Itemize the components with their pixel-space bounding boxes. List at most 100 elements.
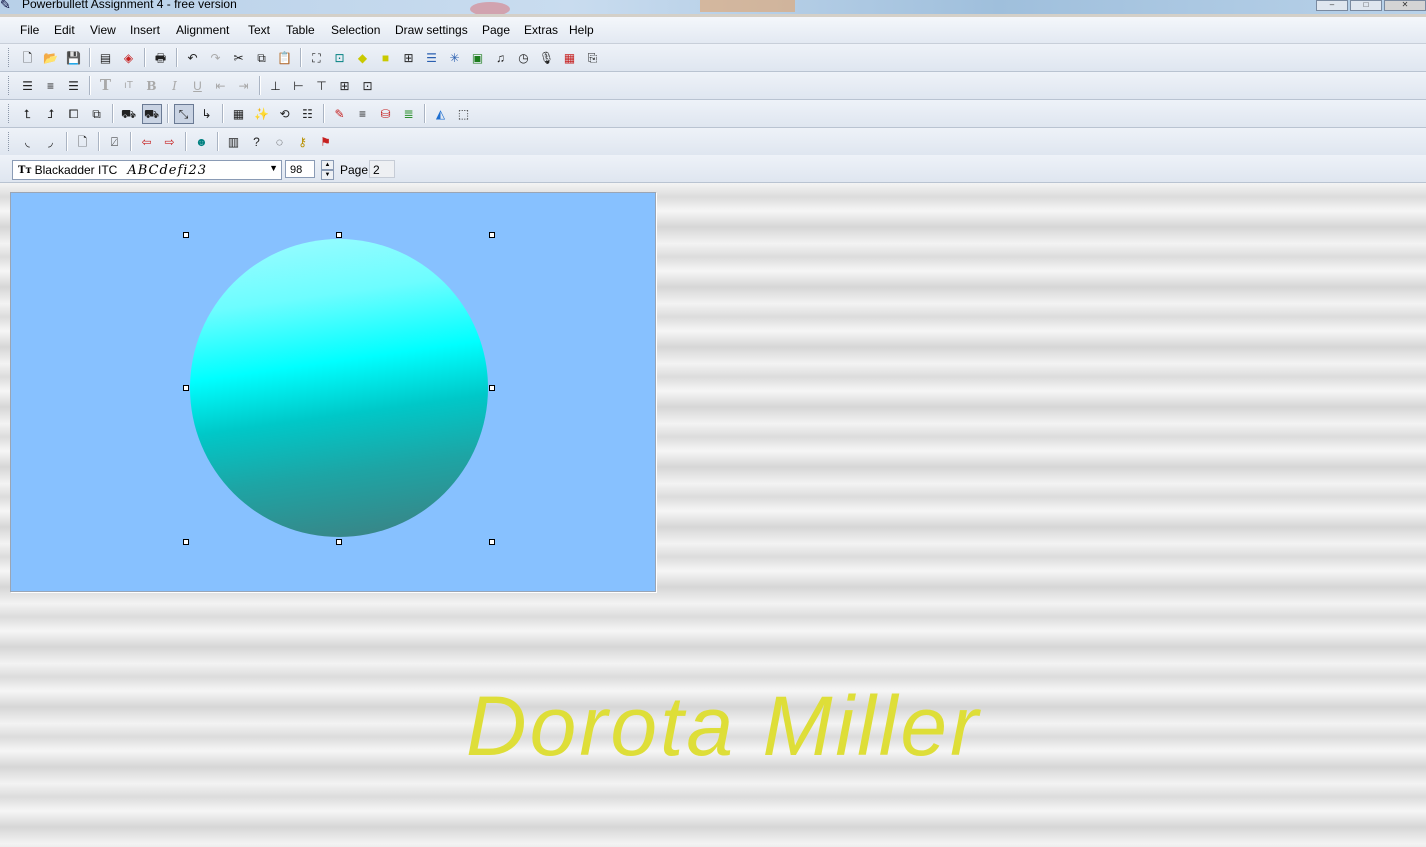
toolbar-grip[interactable]	[8, 104, 12, 123]
comment-icon[interactable]: ◌	[270, 132, 290, 152]
gradient-circle-shape[interactable]	[190, 239, 488, 537]
border-icon[interactable]: ⬚	[454, 104, 474, 124]
insert-row-icon[interactable]: ⊥	[266, 76, 286, 96]
group-icon[interactable]: ⧠	[64, 104, 84, 124]
selection-handle-top-right[interactable]	[489, 232, 495, 238]
grid-icon[interactable]: ⊞	[399, 48, 419, 68]
layers-icon[interactable]: ☷	[298, 104, 318, 124]
previous-page-icon[interactable]: ⇦	[137, 132, 157, 152]
next-page-icon[interactable]: ⇨	[160, 132, 180, 152]
merge-icon[interactable]: ⊞	[335, 76, 355, 96]
book-icon[interactable]: ▥	[224, 132, 244, 152]
stamp-selected-icon[interactable]: ⛟	[141, 103, 162, 124]
users-icon[interactable]: ☻	[192, 132, 212, 152]
stepper-down-icon[interactable]: ▼	[321, 170, 334, 180]
shape-right-icon[interactable]: ◞	[41, 132, 61, 152]
stamp-icon[interactable]: ⛟	[119, 104, 139, 124]
save-icon[interactable]: 💾	[64, 48, 84, 68]
minimize-button[interactable]: –	[1316, 0, 1348, 11]
selection-handle-bottom[interactable]	[336, 539, 342, 545]
cut-icon[interactable]: ✂	[229, 48, 249, 68]
shape-left-icon[interactable]: ◟	[18, 132, 38, 152]
corner-icon[interactable]: ↳	[197, 104, 217, 124]
menu-view[interactable]: View	[90, 23, 116, 37]
pen-color-icon[interactable]: ✎	[330, 104, 350, 124]
help-icon[interactable]: ?	[247, 132, 267, 152]
fit-all-icon[interactable]: ⛶	[307, 48, 327, 68]
paste-icon[interactable]: 📋	[275, 48, 295, 68]
frame-icon[interactable]: ▣	[468, 48, 488, 68]
menu-text[interactable]: Text	[248, 23, 270, 37]
close-button[interactable]: ✕	[1384, 0, 1426, 11]
text-size-icon[interactable]: T	[96, 76, 116, 96]
fill-color-icon[interactable]: ◭	[431, 104, 451, 124]
bold-icon[interactable]: B	[142, 76, 162, 96]
menu-page[interactable]: Page	[482, 23, 510, 37]
copy-icon[interactable]: ⧉	[252, 48, 272, 68]
toolbar-grip[interactable]	[8, 76, 12, 95]
delete-page-icon[interactable]: ⍁	[105, 132, 125, 152]
menu-edit[interactable]: Edit	[54, 23, 75, 37]
indent-decrease-icon[interactable]: ⇤	[211, 76, 231, 96]
menu-draw-settings[interactable]: Draw settings	[395, 23, 468, 37]
page-view-icon[interactable]: ▤	[96, 48, 116, 68]
calendar-icon[interactable]: ▦	[229, 104, 249, 124]
selection-handle-bottom-left[interactable]	[183, 539, 189, 545]
color-bars-icon[interactable]: ≣	[399, 104, 419, 124]
fit-height-icon[interactable]: ◆	[353, 48, 373, 68]
line-width-icon[interactable]: ≡	[353, 104, 373, 124]
menu-extras[interactable]: Extras	[524, 23, 558, 37]
key-icon[interactable]: ⚷	[293, 132, 313, 152]
flag-icon[interactable]: ⚑	[316, 132, 336, 152]
snap-icon[interactable]: ✳	[445, 48, 465, 68]
open-folder-icon[interactable]: 📂	[41, 48, 61, 68]
chevron-down-icon[interactable]: ▼	[269, 163, 278, 173]
fit-page-icon[interactable]: ■	[376, 48, 396, 68]
music-icon[interactable]: ♫	[491, 48, 511, 68]
stepper-up-icon[interactable]: ▲	[321, 160, 334, 170]
align-left-icon[interactable]: ☰	[18, 76, 38, 96]
new-page-icon[interactable]: 🗋	[73, 132, 93, 152]
redo-icon[interactable]: ↷	[206, 48, 226, 68]
font-select[interactable]: Tт Blackadder ITC ABCdefi23 ▼	[12, 160, 282, 180]
clock-icon[interactable]: ◷	[514, 48, 534, 68]
list-icon[interactable]: ☰	[422, 48, 442, 68]
selection-handle-top[interactable]	[336, 232, 342, 238]
package-icon[interactable]: ◈	[119, 48, 139, 68]
selection-handle-bottom-right[interactable]	[489, 539, 495, 545]
italic-icon[interactable]: I	[165, 76, 185, 96]
menu-alignment[interactable]: Alignment	[176, 23, 229, 37]
print-icon[interactable]: 🖶	[151, 48, 171, 68]
menu-insert[interactable]: Insert	[130, 23, 160, 37]
font-size-input[interactable]: 98	[285, 160, 315, 178]
toolbar-grip[interactable]	[8, 132, 12, 151]
resize-icon[interactable]: ⤡	[173, 103, 194, 124]
insert-column-icon[interactable]: ⊢	[289, 76, 309, 96]
magic-wand-icon[interactable]: ✨	[252, 104, 272, 124]
page-number-field[interactable]: 2	[369, 160, 395, 178]
maximize-button[interactable]: □	[1350, 0, 1382, 11]
indent-increase-icon[interactable]: ⇥	[234, 76, 254, 96]
align-right-icon[interactable]: ☰	[64, 76, 84, 96]
fill-icon[interactable]: ⛁	[376, 104, 396, 124]
export-icon[interactable]: ⎘	[583, 48, 603, 68]
send-back-icon[interactable]: ⮥	[41, 104, 61, 124]
menu-table[interactable]: Table	[286, 23, 315, 37]
selection-handle-left[interactable]	[183, 385, 189, 391]
ungroup-icon[interactable]: ⧉	[87, 104, 107, 124]
menu-help[interactable]: Help	[569, 23, 594, 37]
selection-handle-top-left[interactable]	[183, 232, 189, 238]
menu-file[interactable]: File	[20, 23, 39, 37]
text-small-icon[interactable]: ıT	[119, 76, 139, 96]
toolbar-grip[interactable]	[8, 48, 12, 67]
slide-canvas[interactable]	[10, 192, 656, 592]
microphone-icon[interactable]: 🎙	[537, 48, 557, 68]
fit-width-icon[interactable]: ⊡	[330, 48, 350, 68]
flip-icon[interactable]: ⟲	[275, 104, 295, 124]
selection-handle-right[interactable]	[489, 385, 495, 391]
underline-icon[interactable]: U	[188, 76, 208, 96]
menu-selection[interactable]: Selection	[331, 23, 380, 37]
split-cell-icon[interactable]: ⊤	[312, 76, 332, 96]
font-size-stepper[interactable]: ▲ ▼	[321, 160, 334, 180]
undo-icon[interactable]: ↶	[183, 48, 203, 68]
